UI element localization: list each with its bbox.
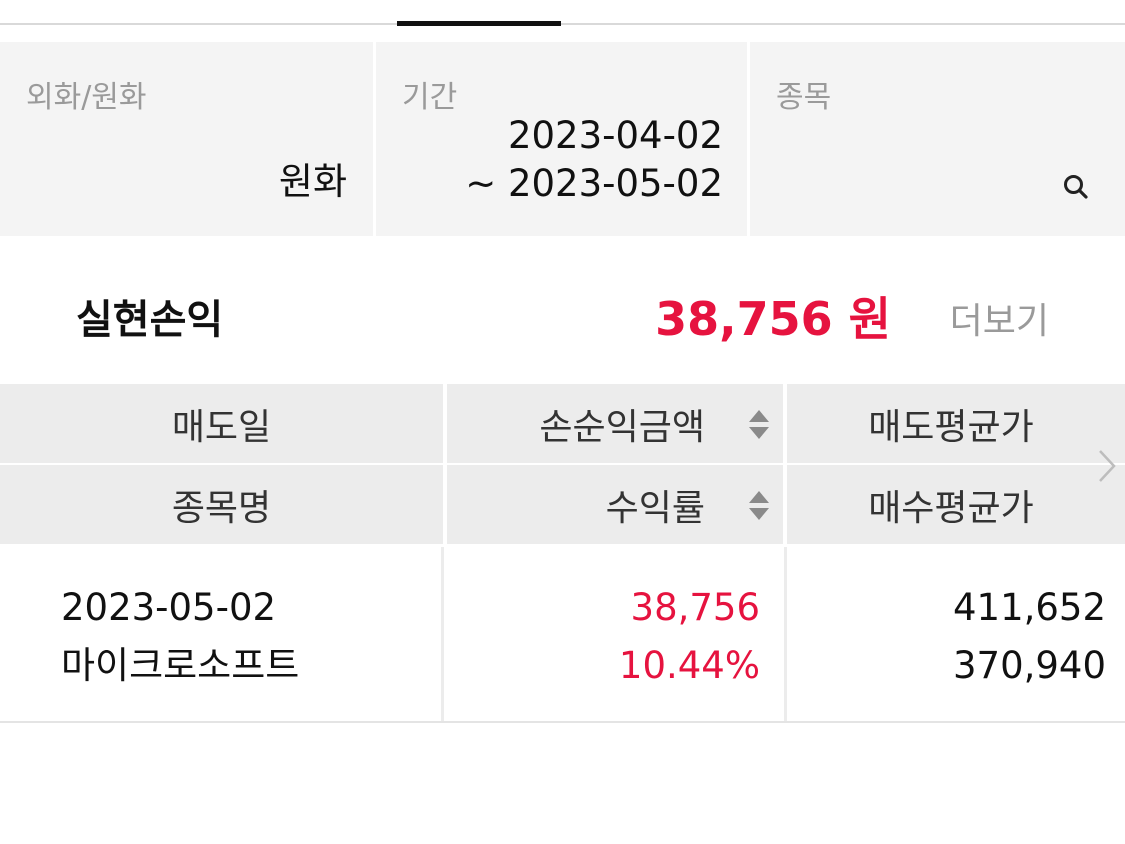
header-return-rate[interactable]: 수익률 [447,465,783,544]
period-end-date: ~ 2023-05-02 [465,162,723,205]
header-net-profit-label: 손순익금액 [539,406,705,448]
summary-title: 실현손익 [76,297,224,343]
cell-avg-buy-price: 370,940 [952,644,1106,687]
header-avg-buy-price: 매수평균가 [787,465,1125,544]
header-sell-date-label: 매도일 [171,406,272,448]
currency-filter-value: 원화 [278,160,347,203]
currency-filter-label: 외화/원화 [26,80,147,115]
header-return-rate-label: 수익률 [605,487,705,529]
summary-amount: 38,756 원 [655,292,891,346]
stock-filter[interactable]: 종목 [750,42,1125,236]
header-avg-buy-price-label: 매수평균가 [868,487,1034,529]
realized-profit-summary: 실현손익 38,756 원 더보기 [0,237,1125,383]
cell-sell-date: 2023-05-02 [61,586,277,629]
tab-bar-divider [0,23,1125,25]
search-icon[interactable] [1061,172,1091,202]
cell-avg-sell-price: 411,652 [952,586,1106,629]
chevron-right-icon[interactable] [1097,449,1117,483]
header-avg-sell-price: 매도평균가 [787,384,1125,463]
header-sell-date: 매도일 [0,384,443,463]
table-header: 매도일 손순익금액 매도평균가 종목명 수익률 매수평균가 [0,384,1125,544]
column-divider [784,547,787,722]
cell-return-rate: 10.44% [618,644,760,687]
period-filter-label: 기간 [402,80,458,115]
period-filter-value: 2023-04-02 ~ 2023-05-02 [465,112,723,208]
sort-icon[interactable] [747,485,771,525]
currency-filter[interactable]: 외화/원화 원화 [0,42,373,236]
period-start-date: 2023-04-02 [507,114,723,157]
more-link[interactable]: 더보기 [950,292,1049,344]
filter-bar: 외화/원화 원화 기간 2023-04-02 ~ 2023-05-02 종목 [0,42,1125,236]
row-divider [0,721,1125,723]
period-filter[interactable]: 기간 2023-04-02 ~ 2023-05-02 [376,42,747,236]
active-tab-indicator [397,21,561,26]
table-body: 2023-05-02 마이크로소프트 38,756 10.44% 411,652… [0,547,1125,723]
cell-net-profit: 38,756 [630,586,760,629]
cell-stock-name: 마이크로소프트 [61,644,300,687]
header-net-profit[interactable]: 손순익금액 [447,384,783,463]
column-divider [441,547,444,722]
header-stock-name-label: 종목명 [171,487,272,529]
sort-icon[interactable] [747,404,771,444]
stock-filter-label: 종목 [776,80,832,115]
header-avg-sell-price-label: 매도평균가 [868,406,1034,448]
header-stock-name: 종목명 [0,465,443,544]
